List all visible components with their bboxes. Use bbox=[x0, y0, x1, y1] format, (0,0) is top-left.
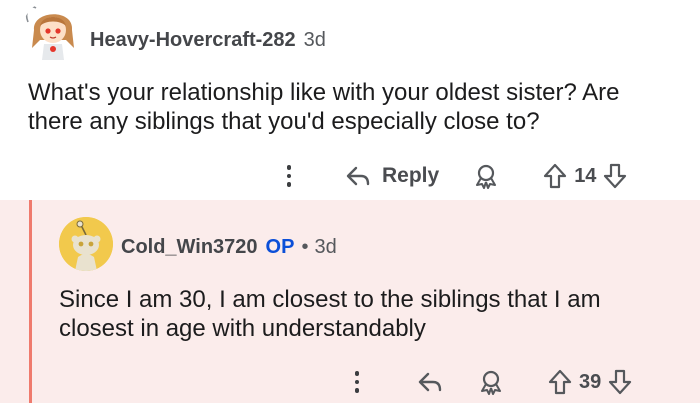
comment-heavy-hovercraft: Heavy-Hovercraft-282 3d What's your rela… bbox=[0, 0, 700, 200]
award-button[interactable] bbox=[473, 163, 499, 189]
username[interactable]: Heavy-Hovercraft-282 bbox=[90, 29, 296, 52]
downvote-arrow-icon[interactable] bbox=[603, 163, 627, 189]
award-icon bbox=[481, 370, 501, 395]
meta-separator: • bbox=[301, 236, 309, 258]
vote-control: 39 bbox=[548, 369, 632, 395]
reply-arrow-icon bbox=[346, 166, 370, 186]
upvote-arrow-icon[interactable] bbox=[548, 369, 572, 395]
more-options-icon[interactable] bbox=[282, 165, 296, 187]
more-options-icon[interactable] bbox=[350, 371, 364, 393]
downvote-arrow-icon[interactable] bbox=[608, 369, 632, 395]
upvote-arrow-icon[interactable] bbox=[543, 163, 567, 189]
vote-count: 14 bbox=[574, 164, 597, 187]
reply-label: Reply bbox=[382, 164, 440, 187]
comment-body: Since I am 30, I am closest to the sibli… bbox=[59, 286, 601, 342]
award-button[interactable] bbox=[478, 369, 504, 395]
user-avatar[interactable] bbox=[59, 217, 113, 271]
comment-actions: 39 bbox=[350, 364, 632, 400]
comment-body: What's your relationship like with your … bbox=[28, 79, 620, 135]
reply-arrow-icon bbox=[418, 372, 442, 392]
comment-actions: Reply 14 bbox=[282, 158, 627, 194]
op-badge: OP bbox=[265, 236, 295, 258]
comment-meta: Heavy-Hovercraft-282 3d bbox=[90, 29, 326, 52]
snoo-avatar-icon bbox=[59, 217, 113, 271]
reply-button[interactable] bbox=[416, 370, 444, 394]
reply-button[interactable]: Reply bbox=[344, 164, 439, 188]
comment-age: 3d bbox=[314, 236, 337, 258]
user-avatar[interactable] bbox=[22, 0, 84, 62]
anime-girl-avatar-icon bbox=[22, 0, 84, 62]
username[interactable]: Cold_Win3720 bbox=[121, 236, 258, 259]
comment-meta: Cold_Win3720 OP • 3d bbox=[121, 236, 337, 259]
thread-line[interactable] bbox=[29, 200, 32, 403]
award-icon bbox=[476, 164, 497, 189]
comment-age: 3d bbox=[303, 29, 326, 51]
vote-count: 39 bbox=[579, 370, 602, 393]
vote-control: 14 bbox=[543, 163, 627, 189]
comment-cold-win-op-reply: Cold_Win3720 OP • 3d Since I am 30, I am… bbox=[0, 200, 700, 403]
